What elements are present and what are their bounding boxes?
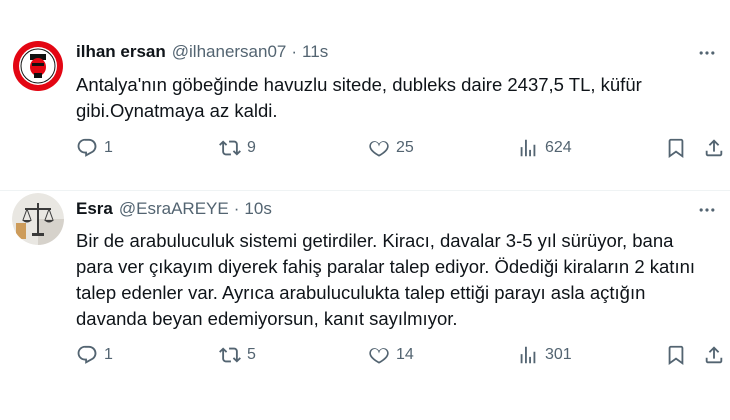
avatar[interactable] xyxy=(12,40,64,92)
tweet-text-line: Antalya'nın göbeğinde havuzlu sitede, du… xyxy=(76,74,642,95)
separator-dot: · xyxy=(233,199,240,218)
more-options-button[interactable] xyxy=(696,199,718,221)
like-count: 14 xyxy=(396,346,414,363)
views-chart-icon xyxy=(520,139,536,157)
repost-count: 5 xyxy=(247,346,256,363)
repost-button[interactable]: 5 xyxy=(219,343,256,367)
view-count: 624 xyxy=(545,139,572,156)
tweet-text: Bir de arabuluculuk sistemi getirdiler. … xyxy=(76,228,706,332)
like-button[interactable]: 25 xyxy=(368,136,414,160)
avatar[interactable] xyxy=(12,193,64,245)
reply-icon xyxy=(77,138,97,157)
separator-dot: · xyxy=(291,42,298,61)
views-button[interactable]: 624 xyxy=(517,136,572,160)
more-icon xyxy=(699,208,715,212)
antalyaspor-logo-icon xyxy=(13,41,63,91)
views-button[interactable]: 301 xyxy=(517,343,572,367)
share-icon xyxy=(705,346,723,364)
repost-button[interactable]: 9 xyxy=(219,136,256,160)
tweet-text-line: gibi.Oynatmaya az kaldi. xyxy=(76,100,278,121)
reply-icon xyxy=(77,345,97,364)
reply-button[interactable]: 1 xyxy=(76,343,113,367)
bookmark-button[interactable] xyxy=(665,343,687,367)
reply-count: 1 xyxy=(104,139,113,156)
share-button[interactable] xyxy=(703,343,725,367)
action-bar: 1 9 25 624 xyxy=(76,136,726,160)
view-count: 301 xyxy=(545,346,572,363)
tweet-text-line: davanda beyan edemiyorsun, kanıt sayılmı… xyxy=(76,308,458,329)
timestamp[interactable]: 10s xyxy=(244,199,271,219)
tweet-text-line: talep edenler var. Ayrıca arabuluculukta… xyxy=(76,282,646,303)
reply-button[interactable]: 1 xyxy=(76,136,113,160)
tweet[interactable]: ilhan ersan @ilhanersan07 · 11s Antalya'… xyxy=(0,0,730,190)
more-options-button[interactable] xyxy=(696,42,718,64)
share-button[interactable] xyxy=(703,136,725,160)
author-handle[interactable]: @EsraAREYE xyxy=(119,199,229,219)
heart-icon xyxy=(369,141,389,157)
views-chart-icon xyxy=(520,346,536,364)
more-icon xyxy=(699,51,715,55)
bookmark-icon xyxy=(668,345,684,366)
bookmark-button[interactable] xyxy=(665,136,687,160)
reply-count: 1 xyxy=(104,346,113,363)
like-button[interactable]: 14 xyxy=(368,343,414,367)
tweet-text: Antalya'nın göbeğinde havuzlu sitede, du… xyxy=(76,72,706,124)
repost-icon xyxy=(219,347,241,363)
bookmark-icon xyxy=(668,138,684,159)
heart-icon xyxy=(369,348,389,364)
author-name[interactable]: Esra xyxy=(76,199,113,219)
author-handle[interactable]: @ilhanersan07 xyxy=(172,42,287,62)
tweet-text-line: Bir de arabuluculuk sistemi getirdiler. … xyxy=(76,230,674,251)
repost-count: 9 xyxy=(247,139,256,156)
repost-icon xyxy=(219,140,241,156)
tweet-text-line: para ver çıkayım diyerek fahiş paralar t… xyxy=(76,256,696,277)
timestamp[interactable]: 11s xyxy=(302,42,328,62)
share-icon xyxy=(705,139,723,157)
scales-of-justice-icon xyxy=(12,193,64,245)
action-bar: 1 5 14 301 xyxy=(76,343,726,367)
tweet[interactable]: Esra @EsraAREYE · 10s Bir de arabuluculu… xyxy=(0,191,730,420)
author-name[interactable]: ilhan ersan xyxy=(76,42,166,62)
like-count: 25 xyxy=(396,139,414,156)
